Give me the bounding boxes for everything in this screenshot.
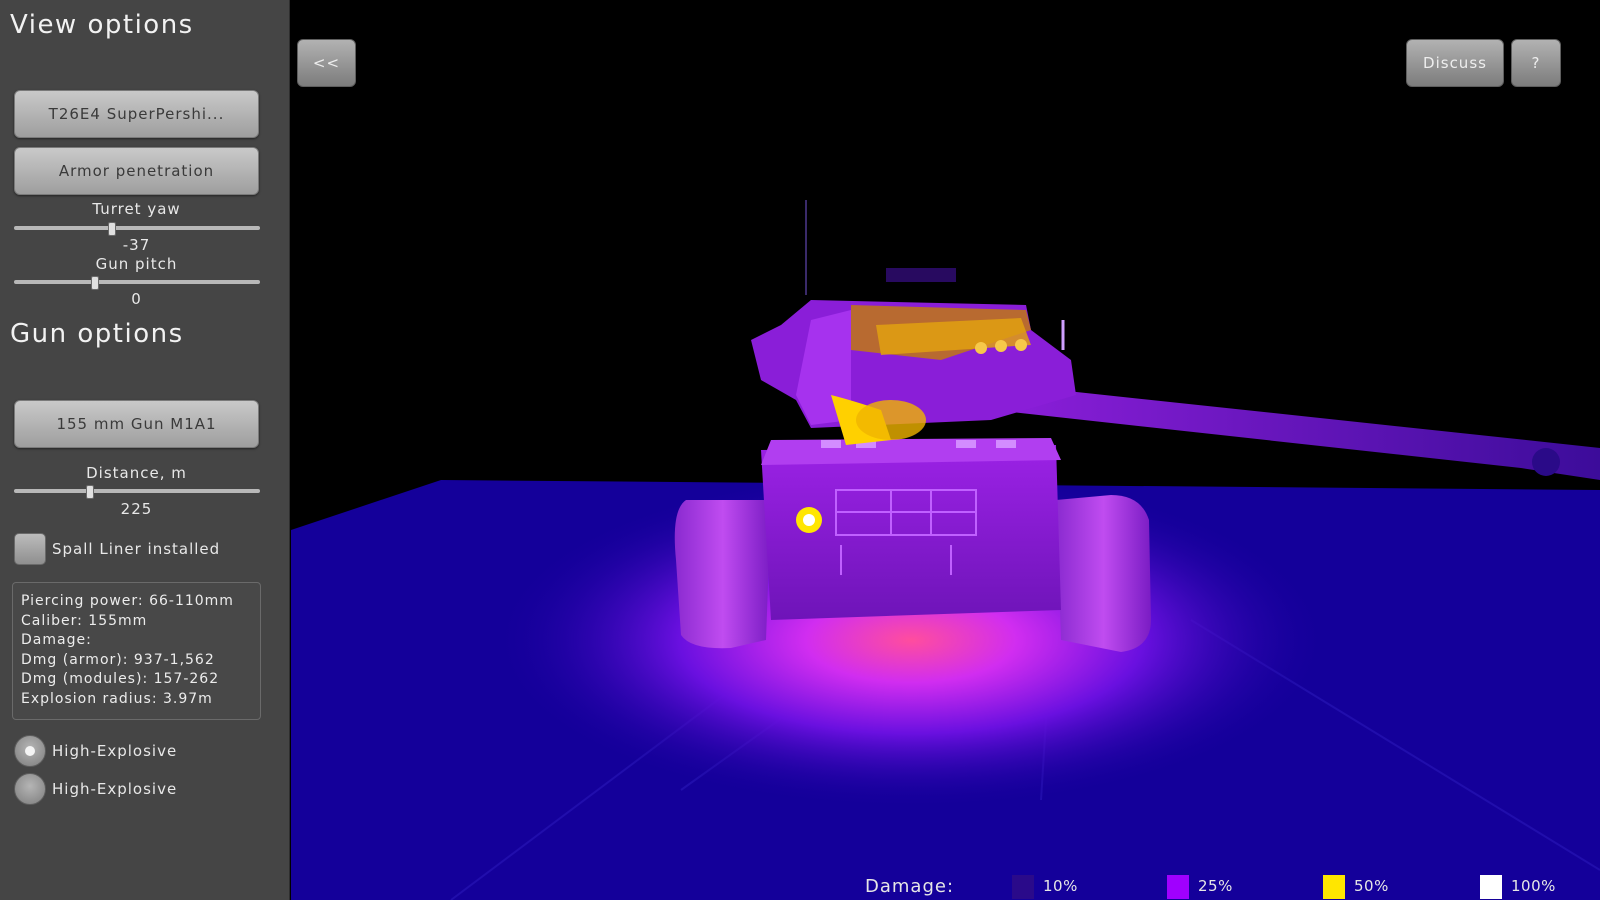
- spall-liner-label: Spall Liner installed: [52, 540, 221, 558]
- explosion-radius-text: Explosion radius: 3.97m: [21, 690, 213, 707]
- radio-selected-dot: [25, 746, 35, 756]
- back-button[interactable]: <<: [297, 39, 356, 87]
- piercing-power-text: Piercing power: 66-110mm: [21, 593, 234, 609]
- gun-select-button[interactable]: 155 mm Gun M1A1: [14, 400, 259, 448]
- legend-swatch-100: [1480, 875, 1502, 899]
- ammo-label-1: High-Explosive: [52, 742, 178, 760]
- distance-value: 225: [120, 500, 153, 518]
- dmg-modules-text: Dmg (modules): 157-262: [21, 671, 220, 687]
- ammo-label-2: High-Explosive: [52, 780, 178, 798]
- shell-info-box: Piercing power: 66-110mm Caliber: 155mm …: [12, 582, 261, 720]
- damage-text: Damage:: [21, 632, 92, 648]
- distance-label: Distance, m: [86, 464, 187, 482]
- discuss-button[interactable]: Discuss: [1406, 39, 1504, 87]
- damage-legend-title: Damage:: [865, 876, 955, 897]
- slider-thumb[interactable]: [108, 222, 117, 236]
- spall-liner-checkbox[interactable]: [14, 533, 46, 565]
- slider-track: [14, 280, 260, 284]
- legend-value-10: 10%: [1043, 877, 1078, 895]
- gun-pitch-slider[interactable]: [14, 276, 260, 290]
- ammo-radio-2[interactable]: [14, 773, 46, 805]
- gun-pitch-label: Gun pitch: [95, 255, 178, 273]
- legend-swatch-50: [1323, 875, 1345, 899]
- slider-thumb[interactable]: [91, 276, 100, 290]
- view-options-title: View options: [10, 10, 194, 40]
- left-track: [674, 500, 771, 649]
- distance-slider[interactable]: [14, 485, 260, 499]
- legend-swatch-25: [1167, 875, 1189, 899]
- legend-swatch-10: [1012, 875, 1034, 899]
- muzzle-brake: [1532, 448, 1560, 476]
- vehicle-select-button[interactable]: T26E4 SuperPershi...: [14, 90, 259, 138]
- gun-options-title: Gun options: [10, 319, 184, 349]
- legend-value-100: 100%: [1511, 877, 1556, 895]
- hot-spot-core: [803, 514, 815, 526]
- legend-value-50: 50%: [1354, 877, 1389, 895]
- right-track: [1056, 495, 1151, 652]
- ammo-radio-1[interactable]: [14, 735, 46, 767]
- turret-yaw-value: -37: [122, 236, 151, 254]
- dmg-armor-text: Dmg (armor): 937-1,562: [21, 651, 215, 668]
- mode-select-button[interactable]: Armor penetration: [14, 147, 259, 195]
- caliber-text: Caliber: 155mm: [21, 612, 148, 629]
- slider-track: [14, 489, 260, 493]
- tank-barrel: [1011, 385, 1600, 480]
- turret-mg: [886, 268, 956, 282]
- turret-yaw-label: Turret yaw: [92, 200, 181, 218]
- tank-3d-view[interactable]: [291, 0, 1600, 900]
- legend-value-25: 25%: [1198, 877, 1233, 895]
- help-button[interactable]: ?: [1511, 39, 1561, 87]
- slider-thumb[interactable]: [86, 485, 95, 499]
- sidebar: View options T26E4 SuperPershi... Armor …: [0, 0, 290, 900]
- slider-track: [14, 226, 260, 230]
- gun-pitch-value: 0: [131, 290, 142, 308]
- turret-yaw-slider[interactable]: [14, 222, 260, 236]
- hot-spot-glow: [856, 400, 926, 440]
